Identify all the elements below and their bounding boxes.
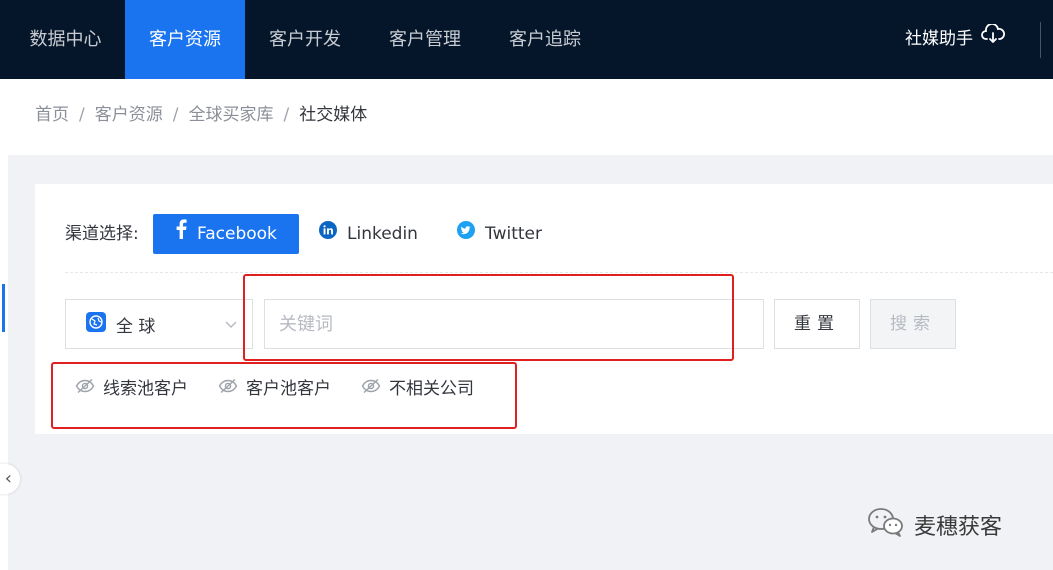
- sidebar-collapse-button[interactable]: ‹: [0, 464, 20, 494]
- chevron-left-icon: ‹: [4, 468, 12, 489]
- channel-facebook-label: Facebook: [197, 224, 277, 244]
- eye-off-icon: [361, 372, 381, 406]
- nav-item-customer-resources[interactable]: 客户资源: [125, 0, 245, 79]
- left-sidebar: [0, 79, 8, 570]
- top-nav-bar: 数据中心 客户资源 客户开发 客户管理 客户追踪 社媒助手: [0, 0, 1053, 79]
- sidebar-active-indicator: [2, 284, 5, 332]
- wechat-icon: [866, 506, 906, 544]
- channel-label: 渠道选择:: [65, 224, 139, 244]
- search-panel: 渠道选择: Facebook Linkedin Twitter 全 球 重置 搜…: [35, 184, 1053, 434]
- filter-customer-pool-customers[interactable]: 客户池客户: [218, 372, 331, 406]
- eye-off-icon: [75, 372, 95, 406]
- facebook-icon: [175, 214, 187, 254]
- search-button[interactable]: 搜索: [870, 299, 956, 349]
- topbar-divider: [1040, 22, 1041, 58]
- section-divider: [65, 272, 1053, 273]
- region-select-value: 全 球: [116, 316, 156, 337]
- watermark: 麦穗获客: [866, 505, 1002, 545]
- nav-item-customer-management[interactable]: 客户管理: [370, 0, 480, 79]
- filter-label: 线索池客户: [103, 379, 188, 399]
- channel-facebook-button[interactable]: Facebook: [153, 214, 299, 254]
- breadcrumb-separator: /: [283, 105, 290, 125]
- channel-linkedin-button[interactable]: Linkedin: [319, 214, 418, 254]
- nav-item-data-center[interactable]: 数据中心: [8, 0, 123, 79]
- channel-twitter-label: Twitter: [485, 224, 542, 244]
- breadcrumb-customer-resources[interactable]: 客户资源: [95, 79, 163, 151]
- filter-lead-pool-customers[interactable]: 线索池客户: [75, 372, 188, 406]
- watermark-text: 麦穗获客: [914, 515, 1003, 540]
- region-select[interactable]: 全 球: [65, 299, 253, 349]
- social-media-helper-button[interactable]: 社媒助手: [905, 0, 1005, 79]
- chevron-down-icon: [224, 316, 238, 336]
- breadcrumb-home[interactable]: 首页: [35, 79, 69, 151]
- breadcrumb: 首页 / 客户资源 / 全球买家库 / 社交媒体: [35, 79, 367, 151]
- reset-button[interactable]: 重置: [774, 299, 860, 349]
- breadcrumb-bar: 首页 / 客户资源 / 全球买家库 / 社交媒体: [8, 79, 1053, 155]
- breadcrumb-current-social-media: 社交媒体: [299, 105, 368, 125]
- breadcrumb-separator: /: [79, 105, 85, 125]
- channel-linkedin-label: Linkedin: [347, 224, 418, 244]
- twitter-icon: [457, 214, 475, 254]
- eye-off-icon: [218, 372, 238, 406]
- nav-item-customer-development[interactable]: 客户开发: [250, 0, 360, 79]
- globe-icon: [86, 311, 106, 337]
- cloud-download-icon: [981, 0, 1005, 79]
- breadcrumb-separator: /: [172, 105, 179, 125]
- breadcrumb-global-buyers[interactable]: 全球买家库: [188, 79, 273, 151]
- channel-twitter-button[interactable]: Twitter: [457, 214, 542, 254]
- filter-unrelated-companies[interactable]: 不相关公司: [361, 372, 474, 406]
- linkedin-icon: [319, 214, 337, 254]
- filter-label: 不相关公司: [389, 379, 474, 399]
- helper-label: 社媒助手: [905, 29, 973, 49]
- nav-item-customer-tracking[interactable]: 客户追踪: [490, 0, 600, 79]
- keyword-search-input[interactable]: [264, 299, 764, 349]
- filter-label: 客户池客户: [246, 379, 331, 399]
